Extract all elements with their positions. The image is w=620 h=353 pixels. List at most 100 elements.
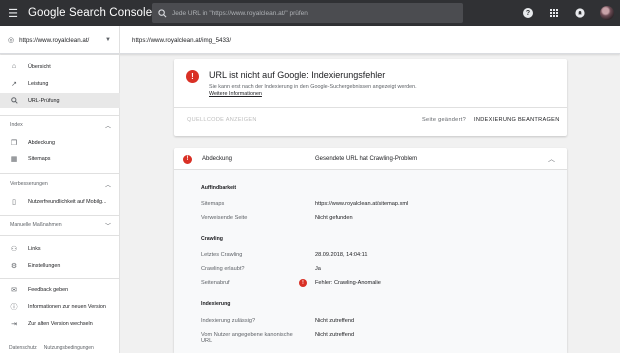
sidebar-item-coverage[interactable]: ❐ Abdeckung — [0, 135, 120, 150]
sidebar-item-label: Nutzerfreundlichkeit auf Mobilg... — [28, 198, 107, 205]
property-selector[interactable]: ◎ https://www.royalclean.at/ ▼ — [0, 26, 120, 54]
sidebar: ⌂ Übersicht ↗ Leistung URL-Prüfung Index… — [0, 55, 120, 353]
sidebar-item-links[interactable]: ⚇ Links — [0, 241, 120, 256]
info-icon: ⓘ — [10, 303, 18, 311]
section-improvements[interactable]: Verbesserungen ︿ — [0, 177, 120, 191]
sidebar-item-feedback[interactable]: ✉ Feedback geben — [0, 282, 120, 297]
detail-value: Nicht zutreffend — [315, 318, 355, 324]
sidebar-item-label: URL-Prüfung — [28, 97, 60, 104]
detail-key: Sitemaps — [201, 201, 225, 207]
user-avatar[interactable] — [600, 6, 614, 20]
chevron-up-icon: ︿ — [104, 123, 111, 130]
gear-icon: ⚙ — [10, 262, 18, 270]
sitemap-url[interactable]: https://www.royalclean.at/sitemap.xml — [315, 201, 408, 207]
section-label: Verbesserungen — [10, 181, 48, 187]
sidebar-footer: Datenschutz Nutzungsbedingungen — [9, 345, 94, 351]
sidebar-item-old-version[interactable]: ⇥ Zur alten Version wechseln — [0, 316, 120, 331]
detail-key: Seitenabruf — [201, 280, 230, 286]
request-indexing-button[interactable]: INDEXIERUNG BEANTRAGEN — [474, 117, 560, 123]
sidebar-item-sitemaps[interactable]: ▦ Sitemaps — [0, 151, 120, 166]
detail-value: Ja — [315, 266, 321, 272]
divider — [0, 115, 120, 116]
file-copy-icon: ❐ — [10, 139, 18, 147]
learn-more-link[interactable]: Weitere Informationen — [209, 91, 262, 97]
sidebar-item-label: Links — [28, 245, 41, 252]
status-description: Sie kann erst nach der Indexierung in de… — [209, 84, 417, 90]
sidebar-item-label: Feedback geben — [28, 286, 69, 293]
privacy-link[interactable]: Datenschutz — [9, 345, 37, 351]
error-icon: ! — [299, 279, 307, 287]
exit-icon: ⇥ — [11, 320, 17, 328]
sidebar-item-performance[interactable]: ↗ Leistung — [0, 76, 120, 91]
url-inspect-input[interactable] — [172, 9, 452, 17]
sidebar-item-label: Sitemaps — [28, 155, 51, 162]
coverage-details: Auffindbarkeit Sitemaps https://www.roya… — [174, 170, 567, 353]
search-icon — [0, 97, 28, 104]
detail-key: Letztes Crawling — [201, 252, 243, 258]
divider — [0, 278, 120, 279]
divider — [174, 107, 567, 108]
inspected-url: https://www.royalclean.at/img_5433/ — [132, 36, 232, 44]
sidebar-item-label: Informationen zur neuen Version — [28, 303, 106, 310]
sidebar-item-label: Leistung — [28, 80, 49, 87]
detail-key: Vom Nutzer angegebene kanonische URL — [201, 332, 293, 344]
section-index[interactable]: Index ︿ — [0, 118, 120, 132]
coverage-card: ! Abdeckung Gesendete URL hat Crawling-P… — [174, 148, 567, 353]
chevron-down-icon: ▼ — [105, 37, 111, 43]
coverage-label: Abdeckung — [202, 156, 233, 162]
sidebar-item-label: Einstellungen — [28, 262, 61, 269]
sidebar-item-mobile-usability[interactable]: ▯ Nutzerfreundlichkeit auf Mobilg... — [0, 194, 120, 209]
menu-icon[interactable]: ☰ — [0, 0, 26, 26]
section-manual-actions[interactable]: Manuelle Maßnahmen ﹀ — [0, 218, 120, 232]
terms-link[interactable]: Nutzungsbedingungen — [44, 345, 94, 351]
apps-grid-icon[interactable] — [548, 7, 560, 19]
detail-value: 28.09.2018, 14:04:11 — [315, 252, 368, 258]
error-icon: ! — [186, 70, 199, 83]
detail-key: Indexierung zulässig? — [201, 318, 256, 324]
top-app-bar: ☰ Google Search Console ? — [0, 0, 620, 26]
chevron-up-icon: ︿ — [104, 182, 111, 189]
detail-key: Crawling erlaubt? — [201, 266, 245, 272]
section-heading: Indexierung — [201, 301, 231, 307]
property-name: https://www.royalclean.at/ — [19, 36, 90, 44]
sidebar-item-label: Übersicht — [28, 63, 51, 70]
sidebar-item-label: Zur alten Version wechseln — [28, 320, 93, 327]
search-bar[interactable] — [152, 3, 463, 23]
sidebar-item-new-version-info[interactable]: ⓘ Informationen zur neuen Version — [0, 299, 120, 314]
globe-icon: ◎ — [8, 37, 15, 44]
section-label: Index — [10, 122, 23, 128]
view-source-button[interactable]: QUELLCODE ANZEIGEN — [187, 117, 257, 123]
home-icon: ⌂ — [11, 63, 17, 70]
notifications-icon[interactable] — [574, 7, 586, 19]
sidebar-item-label: Abdeckung — [28, 139, 55, 146]
sitemap-icon: ▦ — [10, 155, 18, 163]
chevron-up-icon[interactable]: ︿ — [548, 154, 555, 164]
links-icon: ⚇ — [10, 245, 18, 253]
search-icon — [152, 8, 172, 18]
detail-value: Nicht gefunden — [315, 215, 353, 221]
app-title[interactable]: Google Search Console — [28, 7, 152, 19]
status-title: URL ist nicht auf Google: Indexierungsfe… — [209, 70, 386, 80]
section-label: Manuelle Maßnahmen — [10, 222, 62, 228]
divider — [0, 215, 120, 216]
index-status-card: ! URL ist nicht auf Google: Indexierungs… — [174, 59, 567, 136]
feedback-icon: ✉ — [11, 286, 17, 294]
page-changed-label: Seite geändert? — [422, 117, 466, 123]
sidebar-item-settings[interactable]: ⚙ Einstellungen — [0, 258, 120, 273]
trending-icon: ↗ — [11, 80, 17, 88]
coverage-value: Gesendete URL hat Crawling-Problem — [315, 156, 418, 162]
detail-value: Nicht zutreffend — [315, 332, 355, 338]
divider — [0, 173, 120, 174]
error-icon: ! — [183, 154, 192, 164]
chevron-down-icon: ﹀ — [104, 223, 111, 230]
detail-value: Fehler: Crawling-Anomalie — [315, 280, 381, 286]
section-heading: Crawling — [201, 236, 223, 242]
help-icon[interactable]: ? — [522, 7, 534, 19]
sidebar-item-overview[interactable]: ⌂ Übersicht — [0, 59, 120, 74]
phone-icon: ▯ — [12, 198, 16, 206]
section-heading: Auffindbarkeit — [201, 185, 237, 191]
detail-key: Verweisende Seite — [201, 215, 248, 221]
divider — [0, 235, 120, 236]
coverage-header[interactable]: ! Abdeckung Gesendete URL hat Crawling-P… — [174, 148, 567, 170]
sidebar-item-url-inspection[interactable]: URL-Prüfung — [0, 93, 120, 108]
